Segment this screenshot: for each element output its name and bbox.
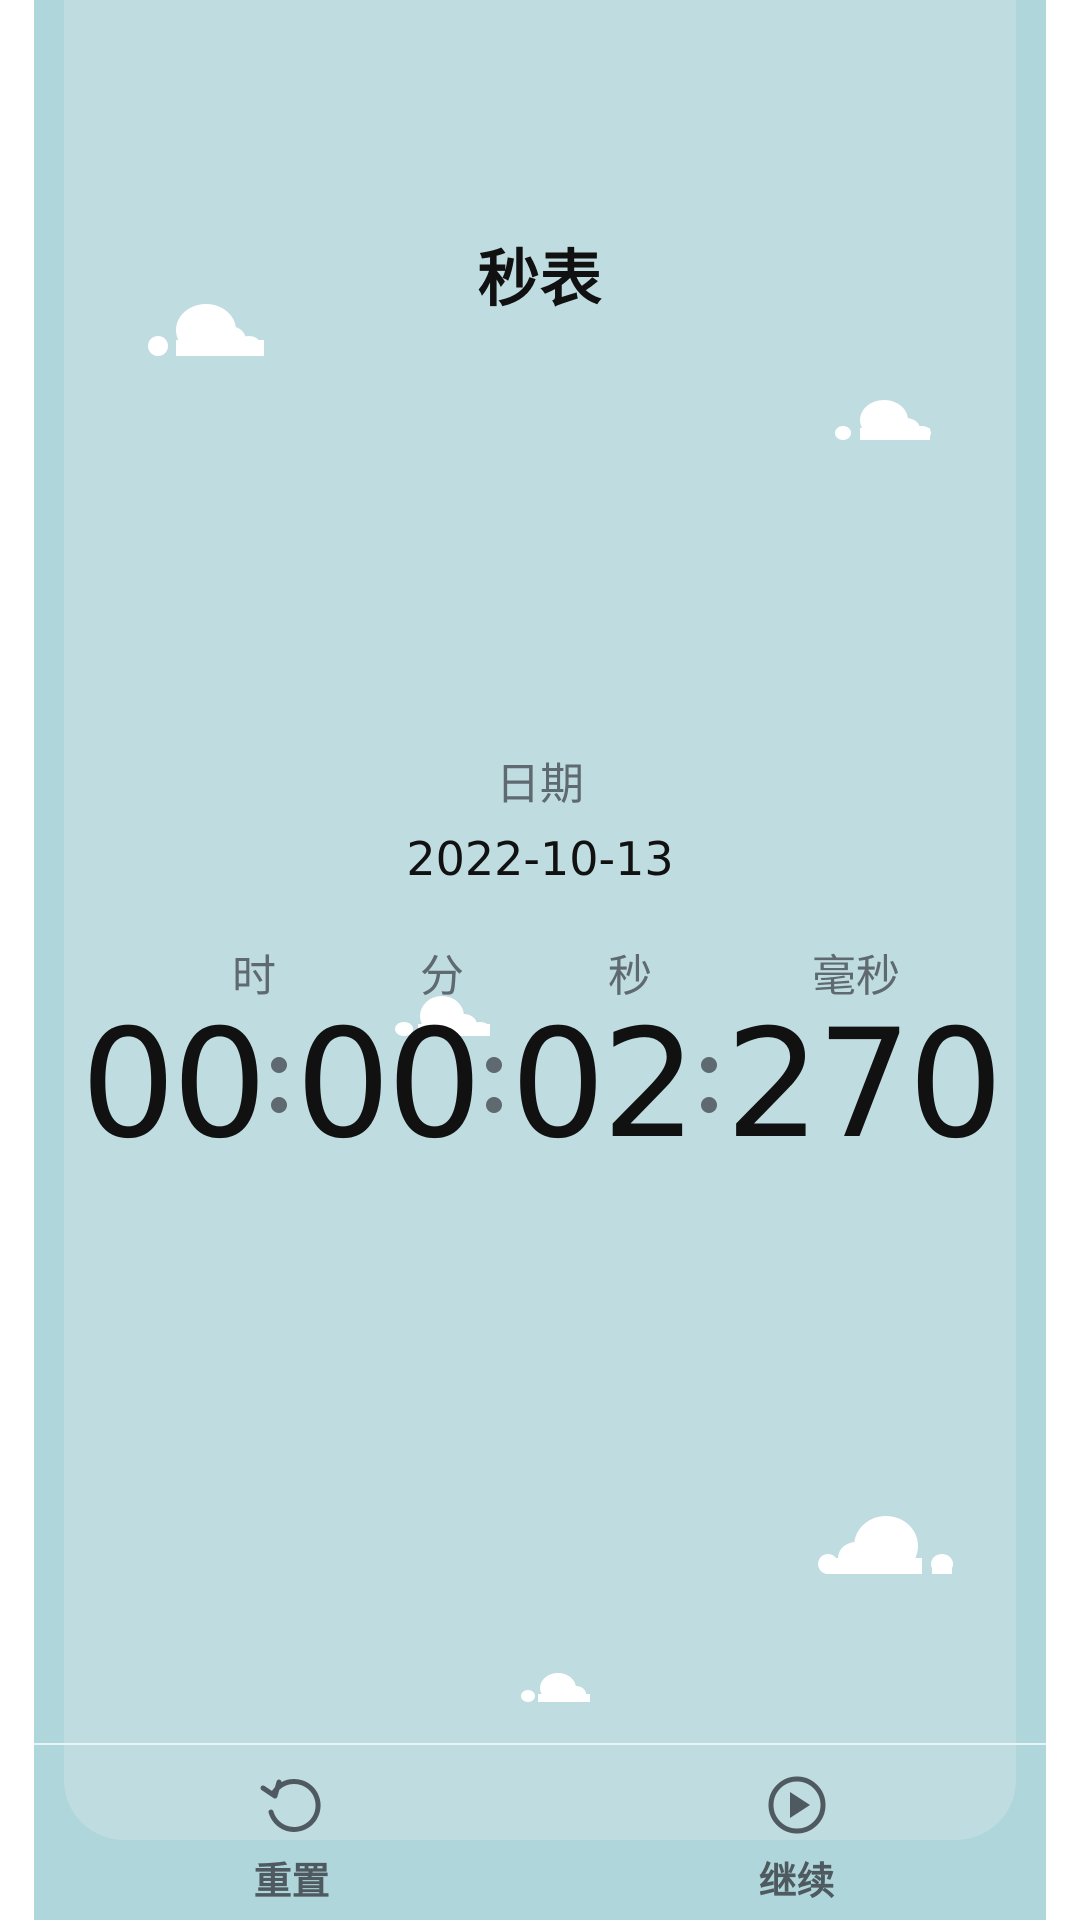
minutes-value: 00 [295, 998, 482, 1172]
seconds-value: 02 [510, 998, 697, 1172]
date-label: 日期 [496, 759, 584, 810]
reset-button[interactable]: 重置 [202, 1772, 382, 1905]
bottom-divider [34, 1743, 1046, 1745]
hours-value: 00 [80, 998, 268, 1172]
minute-unit-label: 分 [420, 951, 464, 1002]
date-value: 2022-10-13 [406, 832, 674, 886]
stopwatch-screen: 秒表 日期 2022-10-13 时 分 秒 毫秒 00 00 02 270 重… [34, 0, 1046, 1920]
page-title: 秒表 [477, 242, 602, 315]
reset-label: 重置 [253, 1859, 330, 1903]
hour-unit-label: 时 [232, 951, 276, 1002]
millisecond-unit-label: 毫秒 [812, 951, 900, 1002]
reset-icon [260, 1779, 321, 1832]
milliseconds-value: 270 [725, 998, 1003, 1172]
play-circle-icon [768, 1776, 826, 1834]
cloud-decoration [521, 1673, 590, 1702]
resume-label: 继续 [758, 1859, 835, 1903]
cloud-decoration [835, 400, 931, 440]
colon-separator [265, 1025, 293, 1145]
resume-button[interactable]: 继续 [707, 1772, 887, 1905]
cloud-decoration [818, 1516, 953, 1574]
colon-separator [480, 1025, 508, 1145]
colon-separator [695, 1025, 723, 1145]
second-unit-label: 秒 [608, 951, 652, 1002]
timer-display: 00 00 02 270 [34, 1010, 1046, 1160]
